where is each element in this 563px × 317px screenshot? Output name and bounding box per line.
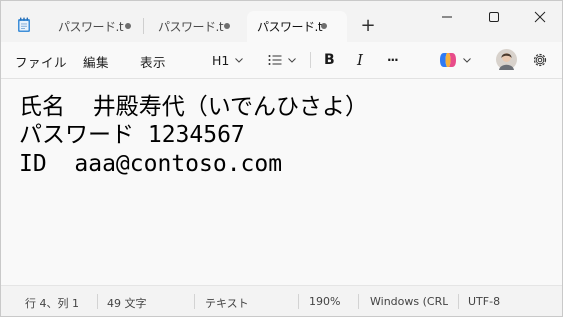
bold-button[interactable]: B (324, 50, 335, 70)
italic-button[interactable]: I (357, 50, 363, 70)
heading-dropdown[interactable]: H1 (212, 50, 244, 70)
close-icon[interactable] (528, 7, 552, 27)
document-line: 氏名 井殿寿代（いでんひさよ） (19, 94, 369, 120)
toolbar: ファイル 編集 表示 H1 B I ··· (1, 42, 562, 78)
new-tab-button[interactable]: + (360, 17, 376, 35)
chevron-down-icon (235, 57, 244, 63)
list-dropdown[interactable] (268, 50, 296, 70)
tab-3-active[interactable]: パスワード.t (247, 11, 347, 42)
unsaved-indicator (321, 23, 327, 29)
notepad-icon (18, 17, 30, 32)
copilot-icon (440, 53, 456, 67)
more-options-button[interactable]: ··· (387, 50, 399, 70)
tab-label: パスワード.t (158, 20, 224, 34)
account-avatar[interactable] (496, 48, 517, 70)
menu-view[interactable]: 表示 (140, 52, 166, 71)
text-editor[interactable]: 氏名 井殿寿代（いでんひさよ） パスワード 1234567 ID aaa@con… (1, 78, 562, 284)
encoding[interactable]: UTF-8 (468, 295, 500, 308)
menu-edit[interactable]: 編集 (83, 52, 109, 71)
status-divider (298, 294, 299, 309)
tab-label: パスワード.t (257, 20, 323, 34)
tab-1[interactable]: パスワード.t (51, 11, 141, 42)
status-divider (97, 294, 98, 309)
chevron-down-icon (463, 57, 471, 63)
status-divider (194, 294, 195, 309)
tab-label: パスワード.t (58, 20, 124, 34)
status-bar: 行 4、列 1 49 文字 テキスト 190% Windows (CRL UTF… (1, 285, 562, 316)
minimize-icon[interactable] (435, 7, 459, 27)
settings-button[interactable] (532, 50, 548, 70)
bulleted-list-icon (268, 55, 282, 65)
status-divider (458, 294, 459, 309)
avatar-icon (496, 48, 517, 70)
unsaved-indicator (125, 23, 131, 29)
unsaved-indicator (224, 23, 230, 29)
document-line: パスワード 1234567 (19, 122, 245, 148)
maximize-icon[interactable] (482, 7, 506, 27)
status-divider (358, 294, 359, 309)
notepad-window: パスワード.t パスワード.t パスワード.t + ファイル 編集 表示 H1 … (0, 0, 563, 317)
copilot-button[interactable] (439, 50, 471, 70)
line-ending[interactable]: Windows (CRL (370, 295, 448, 308)
tab-divider (143, 18, 144, 34)
document-line: ID aaa@contoso.com (19, 151, 283, 177)
character-count: 49 文字 (107, 297, 147, 310)
chevron-down-icon (288, 57, 296, 63)
gear-icon (533, 53, 547, 67)
zoom-level[interactable]: 190% (309, 295, 340, 308)
file-format[interactable]: テキスト (205, 295, 249, 311)
tab-2[interactable]: パスワード.t (147, 11, 243, 42)
title-bar: パスワード.t パスワード.t パスワード.t + (1, 1, 562, 42)
menu-file[interactable]: ファイル (15, 52, 67, 71)
heading-label: H1 (212, 52, 230, 68)
cursor-position: 行 4、列 1 (25, 297, 79, 310)
toolbar-divider (310, 52, 311, 68)
